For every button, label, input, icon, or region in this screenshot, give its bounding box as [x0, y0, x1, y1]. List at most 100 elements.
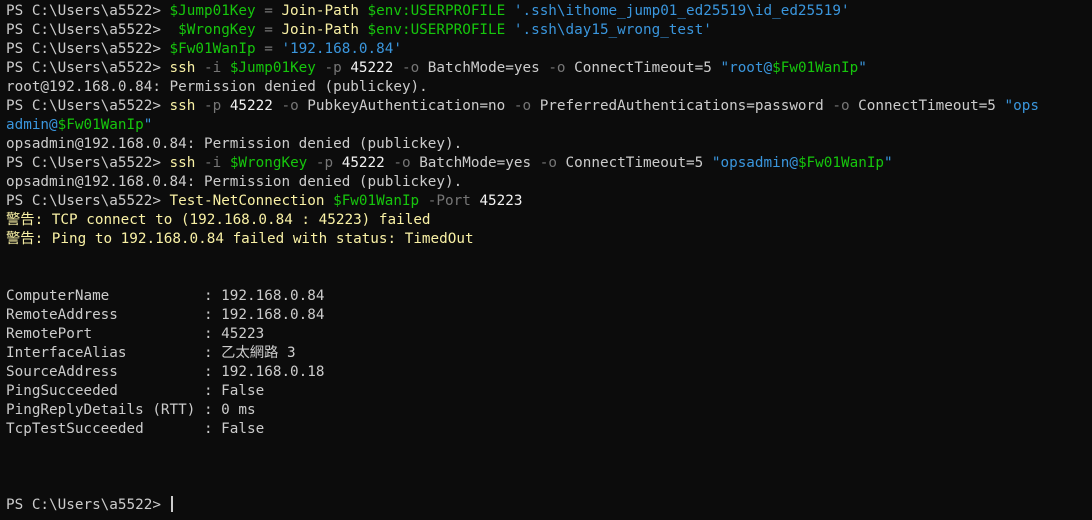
terminal-line: PS C:\Users\a5522> $Jump01Key = Join-Pat…	[6, 2, 1086, 21]
terminal-text-default: SourceAddress : 192.168.0.18	[6, 364, 325, 380]
terminal-text-default	[324, 193, 333, 209]
terminal-text-string: "	[143, 117, 153, 133]
terminal-line: PS C:\Users\a5522>	[6, 496, 1086, 515]
terminal-text-operator: -i	[203, 60, 222, 76]
terminal-text-string: '.ssh\ithome_jump01_ed25519\id_ed25519'	[513, 3, 850, 19]
terminal-line: PS C:\Users\a5522> ssh -p 45222 -o Pubke…	[6, 97, 1086, 116]
terminal-line: admin@$Fw01WanIp"	[6, 116, 1086, 135]
terminal-text-number: 45223	[479, 193, 523, 209]
terminal-text-default	[359, 22, 368, 38]
terminal-text-default: BatchMode=yes	[410, 155, 540, 171]
terminal-text-default	[221, 155, 230, 171]
terminal-text-default: PS C:\Users\a5522>	[6, 22, 179, 38]
terminal-text-variable: $Fw01WanIp	[169, 41, 256, 57]
terminal-text-variable: $WrongKey	[178, 22, 256, 38]
terminal-text-operator: -o	[539, 155, 557, 171]
terminal-text-operator: -i	[203, 155, 222, 171]
terminal-text-default	[505, 3, 514, 19]
terminal-text-variable: $Fw01WanIp	[797, 155, 885, 171]
terminal-text-default	[316, 60, 325, 76]
terminal-text-default: PS C:\Users\a5522>	[6, 98, 170, 114]
terminal-text-operator: -o	[393, 155, 411, 171]
terminal-text-default: PS C:\Users\a5522>	[6, 41, 170, 57]
terminal-line: InterfaceAlias : 乙太網路 3	[6, 344, 1086, 363]
terminal-text-warning: 警告: TCP connect to (192.168.0.84 : 45223…	[6, 212, 431, 228]
terminal-text-string: admin@	[6, 117, 58, 133]
terminal-text-default: opsadmin@192.168.0.84: Permission denied…	[6, 174, 463, 190]
terminal-text-warning: 警告: Ping to 192.168.0.84 failed with sta…	[6, 231, 474, 247]
terminal-line: opsadmin@192.168.0.84: Permission denied…	[6, 173, 1086, 192]
terminal-text-number: 45222	[229, 98, 273, 114]
terminal-text-operator: =	[264, 3, 273, 19]
terminal-text-default: root@192.168.0.84: Permission denied (pu…	[6, 79, 428, 95]
terminal-text-default: InterfaceAlias : 乙太網路 3	[6, 345, 296, 361]
terminal-line: SourceAddress : 192.168.0.18	[6, 363, 1086, 382]
terminal-text-default: PubkeyAuthentication=no	[298, 98, 514, 114]
terminal-text-default	[195, 60, 204, 76]
terminal-text-operator: -o	[281, 98, 299, 114]
terminal-line: PS C:\Users\a5522> $Fw01WanIp = '192.168…	[6, 40, 1086, 59]
terminal-text-default: PingReplyDetails (RTT) : 0 ms	[6, 402, 256, 418]
terminal-line: RemoteAddress : 192.168.0.84	[6, 306, 1086, 325]
terminal-line: opsadmin@192.168.0.84: Permission denied…	[6, 135, 1086, 154]
terminal-text-default: PS C:\Users\a5522>	[6, 3, 170, 19]
terminal-text-default: BatchMode=yes	[419, 60, 549, 76]
terminal-text-default	[307, 155, 316, 171]
terminal-text-string: "root@	[720, 60, 773, 76]
terminal-line: TcpTestSucceeded : False	[6, 420, 1086, 439]
terminal-text-default: ConnectTimeout=5	[556, 155, 712, 171]
terminal-text-operator: -o	[401, 60, 420, 76]
terminal-text-operator: =	[264, 22, 273, 38]
terminal-text-default	[256, 3, 265, 19]
terminal-text-string: '192.168.0.84'	[281, 41, 402, 57]
terminal-text-default	[195, 155, 204, 171]
terminal-text-default: PS C:\Users\a5522>	[6, 193, 170, 209]
terminal-text-default: PingSucceeded : False	[6, 383, 265, 399]
terminal-text-default: opsadmin@192.168.0.84: Permission denied…	[6, 136, 463, 152]
text-cursor	[170, 496, 173, 512]
terminal-text-default: PS C:\Users\a5522>	[6, 497, 170, 513]
terminal-text-variable: $Fw01WanIp	[333, 193, 420, 209]
terminal-line: 警告: Ping to 192.168.0.84 failed with sta…	[6, 230, 1086, 249]
terminal-line: root@192.168.0.84: Permission denied (pu…	[6, 78, 1086, 97]
terminal-text-string: "ops	[1004, 98, 1039, 114]
terminal-text-default: ComputerName : 192.168.0.84	[6, 288, 325, 304]
terminal-text-default	[419, 193, 428, 209]
terminal-line: PingSucceeded : False	[6, 382, 1086, 401]
terminal-text-default	[256, 41, 265, 57]
terminal-text-variable: $Fw01WanIp	[772, 60, 859, 76]
terminal-text-string: "	[884, 155, 893, 171]
terminal-text-default	[359, 3, 368, 19]
terminal-line: PingReplyDetails (RTT) : 0 ms	[6, 401, 1086, 420]
terminal-text-default	[256, 22, 265, 38]
terminal-text-default: RemoteAddress : 192.168.0.84	[6, 307, 325, 323]
terminal-text-number: 45222	[341, 155, 385, 171]
terminal-text-default: RemotePort : 45223	[6, 326, 265, 342]
terminal-line: 警告: TCP connect to (192.168.0.84 : 45223…	[6, 211, 1086, 230]
terminal-text-default: PreferredAuthentications=password	[531, 98, 833, 114]
terminal-line: ComputerName : 192.168.0.84	[6, 287, 1086, 306]
terminal-text-variable: $env:USERPROFILE	[367, 22, 506, 38]
terminal-text-string: '.ssh\day15_wrong_test'	[513, 22, 712, 38]
terminal-text-default	[333, 155, 342, 171]
terminal-text-default	[221, 60, 230, 76]
terminal-window[interactable]: PS C:\Users\a5522> $Jump01Key = Join-Pat…	[0, 0, 1092, 520]
terminal-text-operator: -o	[832, 98, 850, 114]
terminal-text-command: ssh	[169, 60, 196, 76]
terminal-text-command: Test-NetConnection	[169, 193, 325, 209]
terminal-text-variable: $WrongKey	[229, 155, 308, 171]
terminal-text-default: ConnectTimeout=5	[849, 98, 1005, 114]
terminal-text-variable: $Jump01Key	[169, 3, 256, 19]
terminal-text-operator: =	[264, 41, 273, 57]
terminal-text-operator: -Port	[427, 193, 471, 209]
terminal-text-command: ssh	[169, 155, 196, 171]
terminal-text-operator: -o	[548, 60, 566, 76]
terminal-text-operator: -p	[324, 60, 342, 76]
terminal-text-variable: $Jump01Key	[229, 60, 316, 76]
terminal-text-default	[195, 98, 204, 114]
terminal-text-command: Join-Path	[281, 3, 359, 19]
